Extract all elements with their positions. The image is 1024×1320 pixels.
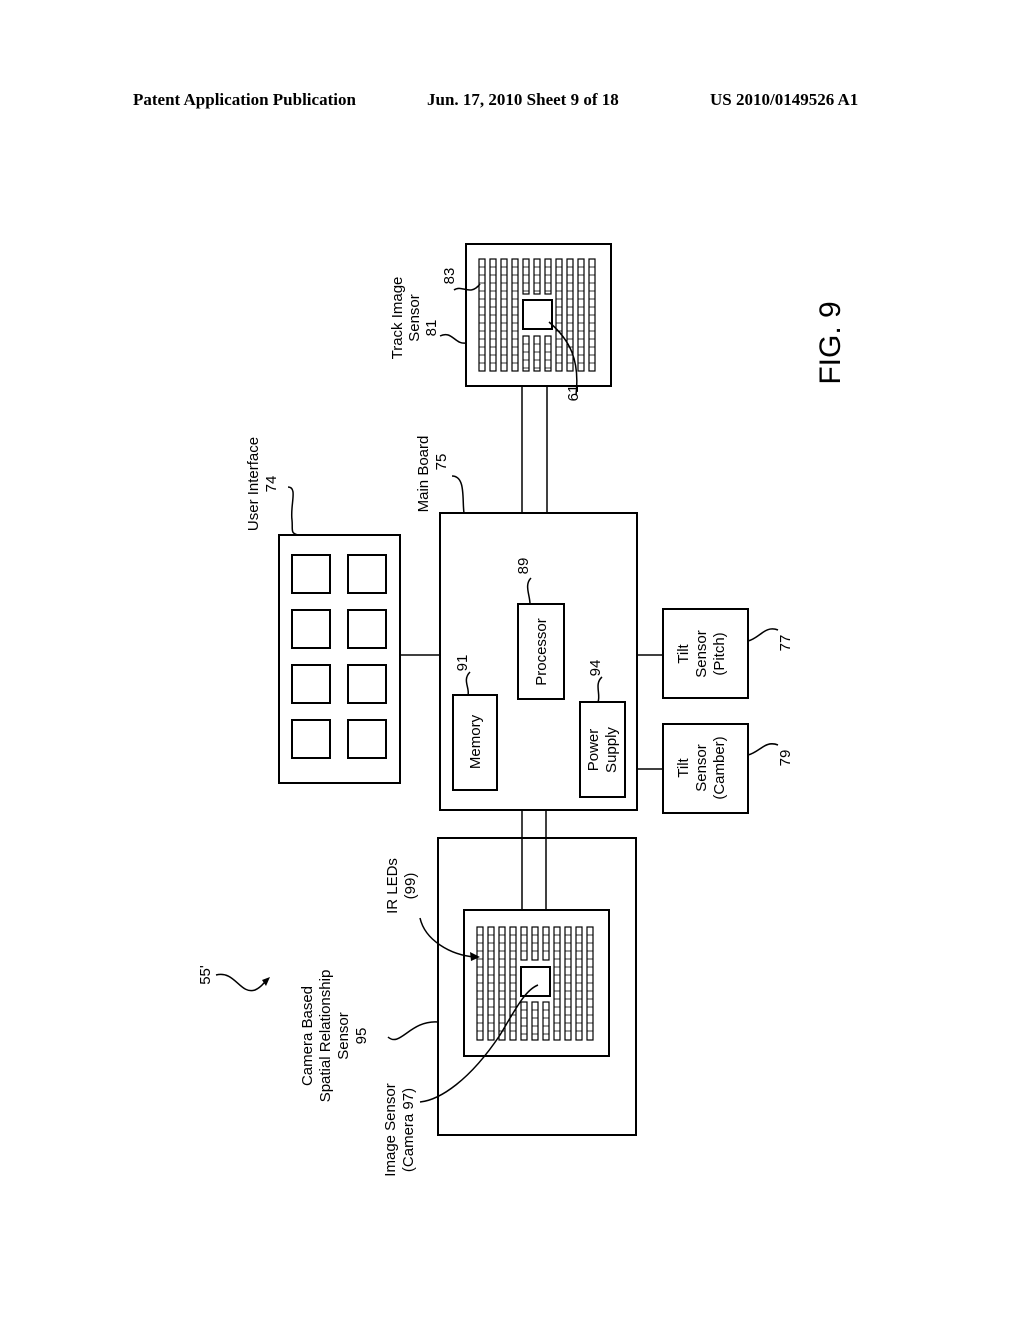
leader-75 [451, 475, 465, 514]
tilt-pitch-label: Tilt Sensor (Pitch) [675, 630, 728, 678]
user-interface-buttons [291, 554, 387, 759]
svg-text:(Pitch): (Pitch) [711, 632, 728, 675]
led-column [542, 926, 550, 961]
svg-text:95: 95 [353, 1028, 370, 1045]
system-ref-label: 55' [197, 965, 214, 985]
ref-61: 61 [565, 385, 582, 402]
leader-95 [387, 1021, 439, 1041]
ref-79: 79 [777, 750, 794, 767]
svg-text:Supply: Supply [603, 727, 620, 773]
user-interface-label: User Interface 74 [245, 437, 280, 531]
ir-leds-label: IR LEDs (99) [384, 858, 419, 914]
leader-89 [526, 577, 532, 605]
svg-text:IR LEDs: IR LEDs [384, 858, 401, 914]
leader-74 [287, 486, 299, 536]
leader-91 [465, 671, 471, 696]
ref-83: 83 [441, 268, 458, 285]
main-board-label: Main Board 75 [415, 436, 450, 513]
ref-94: 94 [587, 660, 604, 677]
leader-81 [439, 333, 467, 344]
svg-text:77: 77 [777, 635, 794, 652]
svg-text:Sensor: Sensor [693, 630, 710, 678]
leader-94 [597, 676, 603, 703]
track-led-array [478, 258, 596, 372]
svg-text:FIG. 9: FIG. 9 [814, 301, 847, 384]
led-column [544, 335, 552, 372]
ui-button [291, 719, 331, 759]
svg-text:User Interface: User Interface [245, 437, 262, 531]
ref-89: 89 [515, 558, 532, 575]
user-interface-box [278, 534, 401, 784]
svg-text:Camera Based: Camera Based [299, 986, 316, 1086]
led-column [520, 926, 528, 961]
ref-91: 91 [454, 655, 471, 672]
ui-button [347, 609, 387, 649]
svg-text:Tilt: Tilt [675, 643, 692, 663]
arrowhead-ir-leds [470, 952, 480, 961]
svg-text:Memory: Memory [467, 714, 484, 769]
ui-button [291, 554, 331, 594]
image-sensor-window [520, 966, 551, 997]
led-column [522, 258, 530, 295]
memory-label: Memory [467, 714, 484, 769]
svg-text:Processor: Processor [533, 618, 550, 686]
svg-text:55': 55' [197, 965, 214, 985]
svg-text:74: 74 [263, 476, 280, 493]
tilt-camber-label: Tilt Sensor (Camber) [675, 736, 728, 799]
track-image-sensor-label: Track Image Sensor 81 [389, 277, 440, 360]
svg-text:61: 61 [565, 385, 582, 402]
svg-text:Power: Power [585, 729, 602, 772]
leader-ir-leds [419, 917, 476, 958]
svg-text:Track Image: Track Image [389, 277, 406, 360]
svg-text:Sensor: Sensor [693, 744, 710, 792]
svg-text:79: 79 [777, 750, 794, 767]
svg-text:81: 81 [423, 320, 440, 337]
camera-led-array [476, 926, 594, 1041]
figure-9-diagram: Track Image Sensor 81 83 61 User Interfa… [197, 243, 847, 1177]
ui-button [291, 609, 331, 649]
svg-text:Main Board: Main Board [415, 436, 432, 513]
svg-text:Spatial Relationship: Spatial Relationship [317, 970, 334, 1103]
led-column [522, 335, 530, 372]
leader-79 [747, 743, 779, 756]
svg-text:(Camber): (Camber) [711, 736, 728, 799]
svg-text:Image Sensor: Image Sensor [382, 1083, 399, 1176]
processor-label: Processor [533, 618, 550, 686]
camera-sensor-label: Camera Based Spatial Relationship Sensor… [299, 970, 370, 1103]
svg-text:Tilt: Tilt [675, 757, 692, 777]
ref-77: 77 [777, 635, 794, 652]
ui-button [347, 719, 387, 759]
led-column [533, 258, 541, 295]
leader-55 [215, 973, 268, 992]
svg-text:94: 94 [587, 660, 604, 677]
svg-text:(99): (99) [402, 873, 419, 900]
power-supply-label: Power Supply [585, 727, 620, 773]
ui-button [347, 554, 387, 594]
image-sensor-label: Image Sensor (Camera 97) [382, 1083, 417, 1176]
track-image-sensor [465, 243, 612, 387]
figure-label: FIG. 9 [814, 301, 847, 384]
led-column [533, 335, 541, 372]
led-column [544, 258, 552, 295]
ui-button [347, 664, 387, 704]
svg-text:(Camera 97): (Camera 97) [400, 1088, 417, 1172]
leader-77 [747, 628, 779, 642]
svg-text:75: 75 [433, 454, 450, 471]
track-target-window [522, 299, 553, 330]
svg-text:91: 91 [454, 655, 471, 672]
ui-button [291, 664, 331, 704]
svg-text:Sensor: Sensor [406, 294, 423, 342]
svg-text:Sensor: Sensor [335, 1012, 352, 1060]
svg-text:83: 83 [441, 268, 458, 285]
svg-text:89: 89 [515, 558, 532, 575]
user-interface [278, 534, 401, 784]
led-column [531, 926, 539, 961]
camera-sensor-outer-box [437, 837, 637, 1136]
